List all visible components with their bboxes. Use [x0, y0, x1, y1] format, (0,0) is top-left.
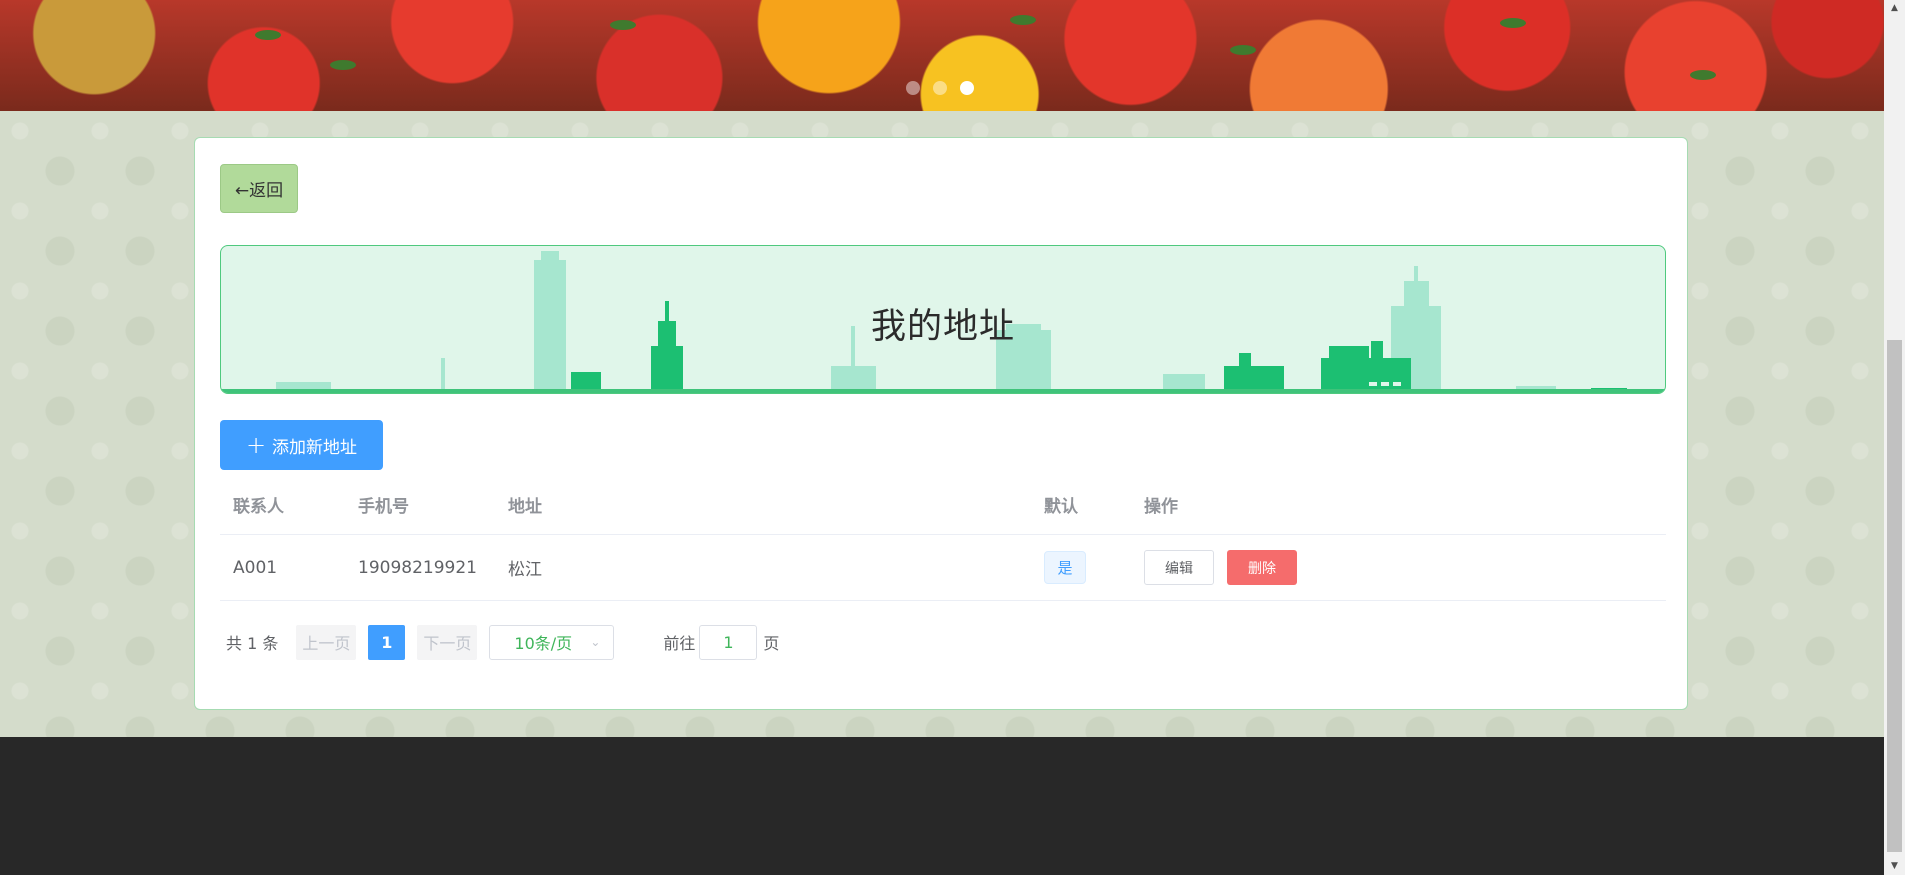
add-address-label: 添加新地址: [272, 437, 358, 458]
page-title: 我的地址: [870, 307, 1015, 347]
back-button-label: ←返回: [234, 181, 284, 201]
pagination: 共 1 条 上一页 1 下一页 10条/页 ⌄ 前往 页: [226, 624, 779, 660]
column-header-address: 地址: [508, 497, 542, 517]
carousel-indicators: [906, 81, 974, 95]
page-suffix-label: 页: [763, 634, 780, 653]
actions-cell: 编辑 删除: [1144, 535, 1297, 600]
address-table: 联系人 手机号 地址 默认 操作 A001 19098219921 松江 是 编…: [220, 475, 1666, 601]
scroll-down-icon[interactable]: ▼: [1884, 858, 1905, 875]
page-size-value: 10条/页: [514, 634, 573, 653]
scrollbar-thumb[interactable]: [1887, 340, 1902, 852]
table-row: A001 19098219921 松江 是 编辑 删除: [220, 535, 1666, 601]
phone-cell: 19098219921: [358, 557, 477, 578]
column-header-contact: 联系人: [233, 497, 284, 517]
column-header-phone: 手机号: [358, 497, 409, 517]
leaf-decoration: [330, 60, 356, 70]
leaf-decoration: [1230, 45, 1256, 55]
default-tag: 是: [1044, 551, 1086, 584]
banner-baseline: [221, 389, 1665, 393]
leaf-decoration: [610, 20, 636, 30]
leaf-decoration: [1690, 70, 1716, 80]
goto-label: 前往: [663, 634, 696, 653]
page-scrollbar[interactable]: ▲ ▼: [1884, 0, 1905, 875]
table-header: 联系人 手机号 地址 默认 操作: [220, 475, 1666, 535]
page-number-current[interactable]: 1: [368, 624, 406, 660]
goto-page-input[interactable]: [699, 624, 758, 660]
default-cell: 是: [1044, 535, 1086, 600]
page-size-select[interactable]: 10条/页 ⌄: [489, 624, 615, 660]
carousel-dot[interactable]: [906, 81, 920, 95]
pagination-total: 共 1 条: [226, 634, 279, 653]
add-address-button[interactable]: + 添加新地址: [220, 420, 383, 470]
scroll-up-icon[interactable]: ▲: [1884, 0, 1905, 17]
column-header-default: 默认: [1044, 497, 1078, 517]
chevron-down-icon: ⌄: [590, 635, 601, 649]
prev-page-button[interactable]: 上一页: [296, 624, 357, 660]
leaf-decoration: [255, 30, 281, 40]
hero-carousel: [0, 0, 1884, 111]
footer: [0, 737, 1884, 875]
plus-icon: +: [245, 431, 267, 459]
edit-button[interactable]: 编辑: [1144, 550, 1214, 585]
leaf-decoration: [1500, 18, 1526, 28]
column-header-actions: 操作: [1144, 497, 1178, 517]
back-button[interactable]: ←返回: [220, 164, 298, 213]
title-banner: 我的地址: [220, 245, 1666, 394]
leaf-decoration: [1010, 15, 1036, 25]
delete-button[interactable]: 删除: [1227, 550, 1297, 585]
carousel-dot[interactable]: [933, 81, 947, 95]
address-card: ←返回 我的地址 + 添加新地址 联系人 手机号 地址 默认 操作 A001 1…: [194, 137, 1688, 710]
address-cell: 松江: [508, 560, 542, 580]
next-page-button[interactable]: 下一页: [417, 624, 478, 660]
contact-cell: A001: [233, 557, 278, 578]
carousel-dot-active[interactable]: [960, 81, 974, 95]
